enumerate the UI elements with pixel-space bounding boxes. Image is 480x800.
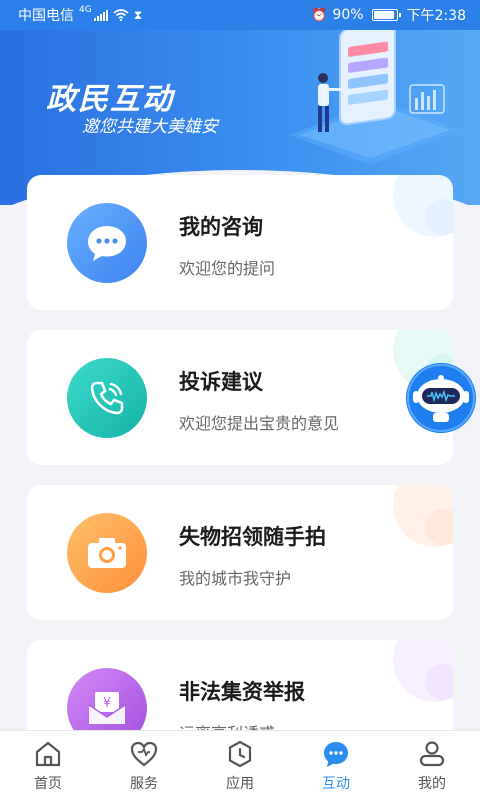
tab-home[interactable]: 首页 — [0, 731, 96, 800]
card-title: 失物招领随手拍 — [179, 525, 326, 549]
battery-percent: 90% — [332, 7, 364, 23]
banner-subtitle: 邀您共建大美雄安 — [82, 117, 218, 137]
card-title: 非法集资举报 — [179, 680, 305, 704]
tab-mine[interactable]: 我的 — [384, 731, 480, 800]
phone-icon — [67, 358, 147, 438]
user-icon — [419, 741, 445, 767]
heart-icon — [130, 741, 158, 767]
signal-icon — [93, 9, 108, 21]
alarm-icon: ⏰ — [311, 7, 328, 23]
banner-illustration-icon — [290, 30, 460, 165]
tab-apps[interactable]: 应用 — [192, 731, 288, 800]
clock-hexagon-icon — [228, 740, 252, 768]
card-my-consultation[interactable]: 我的咨询 欢迎您的提问 — [27, 175, 453, 310]
status-left: 中国电信 4G ⧗ — [18, 5, 142, 25]
battery-icon — [371, 9, 401, 21]
card-subtitle: 欢迎您的提问 — [179, 259, 276, 278]
status-bar: 中国电信 4G ⧗ ⏰ 90% 下午2:38 — [0, 0, 480, 30]
card-title: 投诉建议 — [179, 370, 263, 394]
svg-text:¥: ¥ — [103, 696, 111, 711]
tab-label: 互动 — [322, 776, 350, 792]
tab-label: 服务 — [130, 776, 158, 792]
card-lost-and-found[interactable]: 失物招领随手拍 我的城市我守护 — [27, 485, 453, 620]
camera-icon — [67, 513, 147, 593]
chat-icon — [324, 742, 348, 767]
card-subtitle: 欢迎您提出宝贵的意见 — [179, 414, 340, 433]
card-decoration — [425, 509, 453, 545]
status-right: ⏰ 90% 下午2:38 — [311, 5, 466, 25]
hourglass-icon: ⧗ — [133, 7, 143, 22]
wifi-icon — [113, 9, 129, 21]
bottom-tab-bar: 首页 服务 应用 互动 我的 — [0, 730, 480, 800]
card-decoration — [425, 664, 453, 700]
chat-bubble-icon — [67, 203, 147, 283]
network-type: 4G — [79, 5, 92, 15]
robot-assistant-icon[interactable] — [405, 362, 477, 434]
tab-label: 首页 — [34, 776, 62, 792]
tab-label: 应用 — [226, 776, 254, 792]
card-title: 我的咨询 — [179, 215, 263, 239]
card-decoration — [425, 199, 453, 235]
card-complaint-suggestion[interactable]: 投诉建议 欢迎您提出宝贵的意见 — [27, 330, 453, 465]
clock-time: 下午2:38 — [406, 8, 466, 24]
carrier-name: 中国电信 — [18, 8, 74, 24]
home-icon — [35, 741, 61, 767]
tab-interaction[interactable]: 互动 — [288, 731, 384, 800]
tab-services[interactable]: 服务 — [96, 731, 192, 800]
card-subtitle: 我的城市我守护 — [179, 569, 292, 588]
tab-label: 我的 — [418, 776, 446, 792]
